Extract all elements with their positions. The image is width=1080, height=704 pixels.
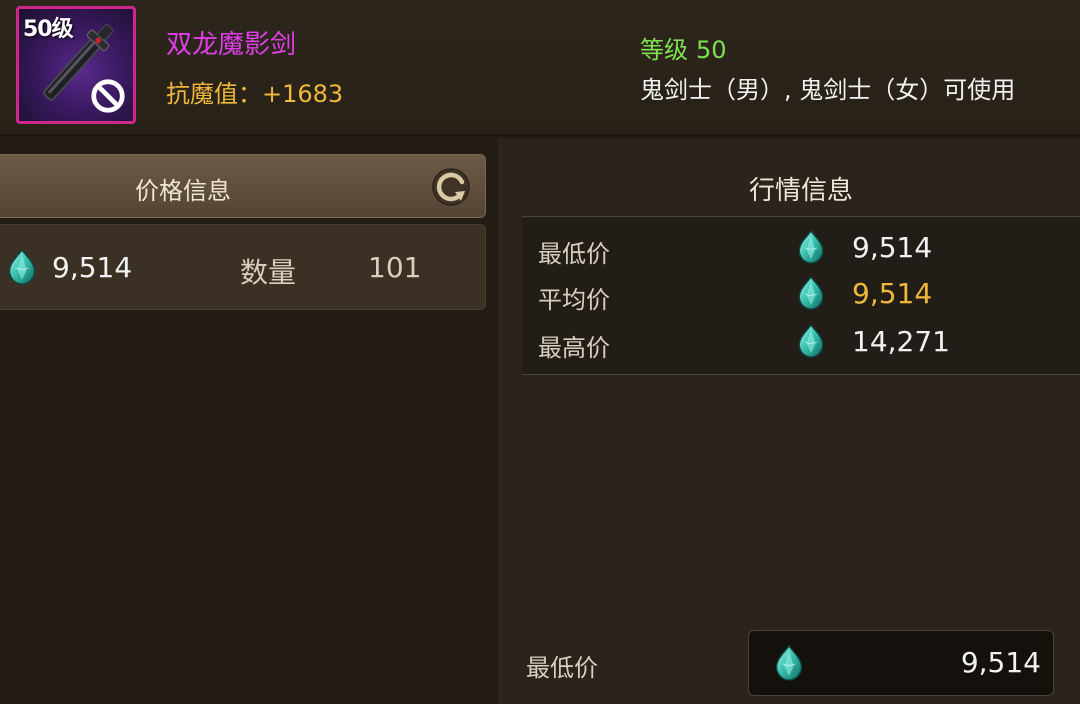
market-row-highest: 最高价 14,271 (522, 318, 1080, 364)
divider (522, 374, 1080, 375)
item-level: 等级 50 (640, 30, 727, 65)
market-row-value: 9,514 (852, 277, 933, 310)
item-level-badge: 50级 (23, 17, 74, 42)
market-row-value: 9,514 (852, 231, 933, 264)
lowest-price-input[interactable]: 9,514 (748, 630, 1054, 696)
price-listing-row[interactable]: 9,514 数量 101 (0, 224, 486, 310)
item-level-label: 等级 (640, 36, 688, 64)
market-info-table: 最低价 9,514 平均价 9,514 最高价 14,271 (522, 218, 1080, 374)
item-icon-frame[interactable]: 50级 (16, 6, 136, 124)
market-row-label: 最低价 (538, 240, 610, 268)
market-row-label: 最高价 (538, 334, 610, 362)
item-stat: 抗魔值：+1683 (166, 80, 344, 108)
divider (522, 216, 1080, 217)
price-info-panel: 价格信息 9,514 数量 101 (0, 138, 498, 704)
tab-price-info[interactable]: 价格信息 (0, 154, 486, 218)
item-header: 50级 双龙魔影剑 抗魔值：+1683 等级 50 鬼剑士（男）, 鬼剑士（女）可… (0, 0, 1080, 136)
gem-icon (773, 643, 805, 683)
listing-price: 9,514 (52, 251, 133, 284)
market-info-title: 行情信息 (748, 176, 853, 206)
gem-icon (6, 249, 38, 285)
item-usable-classes: 鬼剑士（男）, 鬼剑士（女）可使用 (640, 76, 1016, 104)
market-row-value: 14,271 (852, 325, 950, 358)
item-name: 双龙魔影剑 (166, 30, 297, 60)
lowest-price-input-value: 9,514 (960, 646, 1041, 679)
gem-icon (796, 324, 826, 358)
gem-icon (796, 276, 826, 310)
market-info-panel: 行情信息 最低价 9,514 平均价 9,514 最高价 14,271 (498, 138, 1080, 704)
market-row-label: 平均价 (538, 286, 610, 314)
refresh-icon[interactable] (429, 165, 473, 209)
lowest-price-label: 最低价 (526, 654, 598, 682)
tab-price-info-label: 价格信息 (135, 177, 231, 205)
market-row-average: 平均价 9,514 (522, 270, 1080, 316)
gem-icon (796, 230, 826, 264)
listing-quantity: 101 (368, 251, 422, 284)
quantity-label: 数量 (240, 256, 297, 289)
market-row-lowest: 最低价 9,514 (522, 224, 1080, 270)
item-level-value: 50 (696, 36, 727, 64)
ban-icon (91, 79, 125, 113)
